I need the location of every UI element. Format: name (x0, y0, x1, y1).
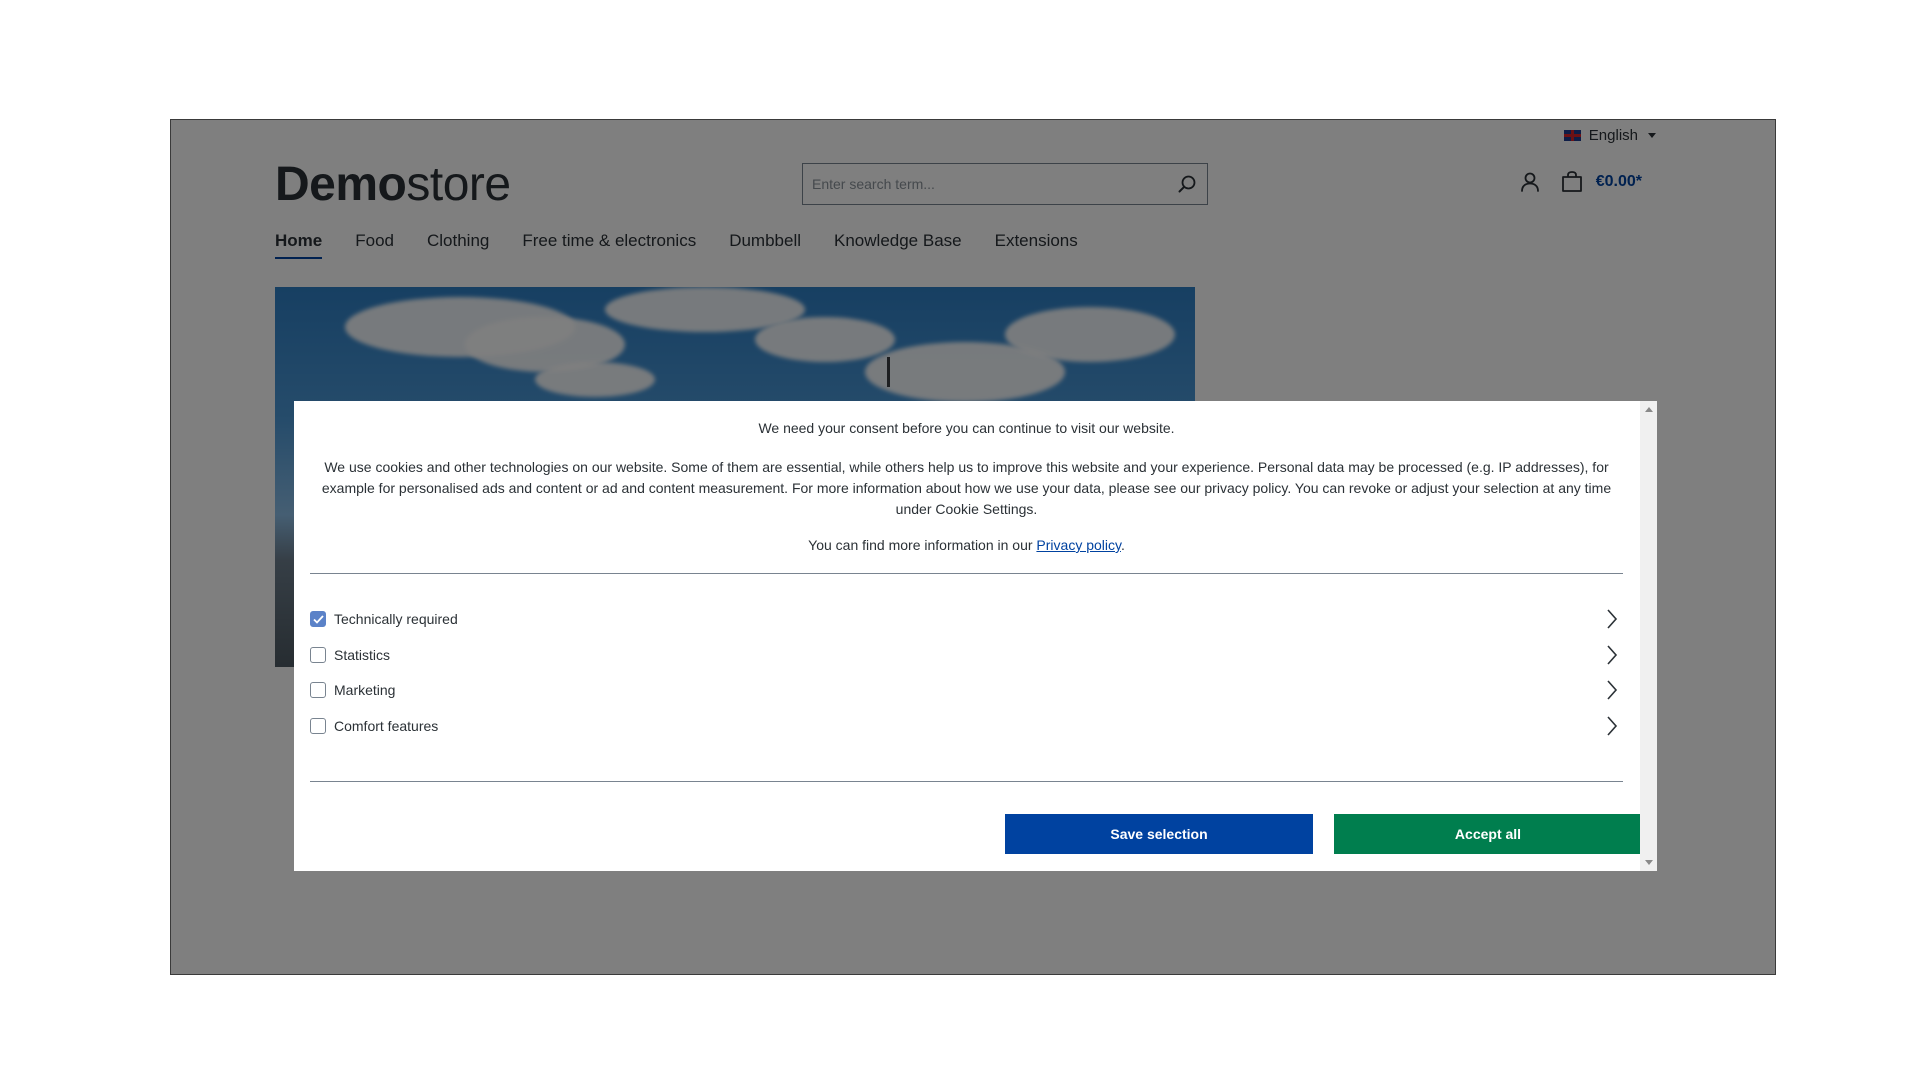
cookie-group-label: Technically required (334, 611, 458, 627)
privacy-prefix: You can find more information in our (808, 537, 1037, 553)
cookie-group-label: Statistics (334, 647, 391, 663)
privacy-info: You can find more information in our Pri… (310, 537, 1623, 553)
privacy-policy-link[interactable]: Privacy policy (1036, 537, 1121, 553)
chevron-right-icon[interactable] (1601, 644, 1623, 666)
cookie-group-statistics[interactable]: Statistics (310, 640, 1623, 670)
scroll-down-icon[interactable] (1645, 860, 1653, 865)
browser-viewport: English Demostore €0.00* (170, 119, 1776, 975)
checkbox-marketing[interactable] (310, 682, 326, 698)
divider-top (310, 573, 1623, 574)
consent-description: We use cookies and other technologies on… (321, 459, 1612, 517)
cookie-group-label: Marketing (334, 682, 396, 698)
save-selection-button[interactable]: Save selection (1005, 814, 1313, 854)
check-icon (312, 614, 324, 624)
scroll-up-icon[interactable] (1645, 407, 1653, 412)
accept-all-button[interactable]: Accept all (1334, 814, 1642, 854)
checkbox-technically-required[interactable] (310, 611, 326, 627)
cookie-group-label: Comfort features (334, 718, 439, 734)
divider-bottom (310, 781, 1623, 782)
privacy-suffix: . (1120, 537, 1125, 553)
cookie-group-marketing[interactable]: Marketing (310, 675, 1623, 705)
checkbox-comfort-features[interactable] (310, 718, 326, 734)
chevron-right-icon[interactable] (1601, 608, 1623, 630)
chevron-right-icon[interactable] (1601, 715, 1623, 737)
cookie-group-technically-required[interactable]: Technically required (310, 604, 1623, 634)
cookie-consent-content: We need your consent before you can cont… (310, 401, 1642, 871)
consent-title: We need your consent before you can cont… (758, 420, 1175, 436)
cookie-consent-modal: We need your consent before you can cont… (294, 401, 1657, 871)
chevron-right-icon[interactable] (1601, 679, 1623, 701)
modal-scrollbar[interactable] (1640, 401, 1657, 871)
checkbox-statistics[interactable] (310, 647, 326, 663)
cookie-group-comfort-features[interactable]: Comfort features (310, 711, 1623, 741)
